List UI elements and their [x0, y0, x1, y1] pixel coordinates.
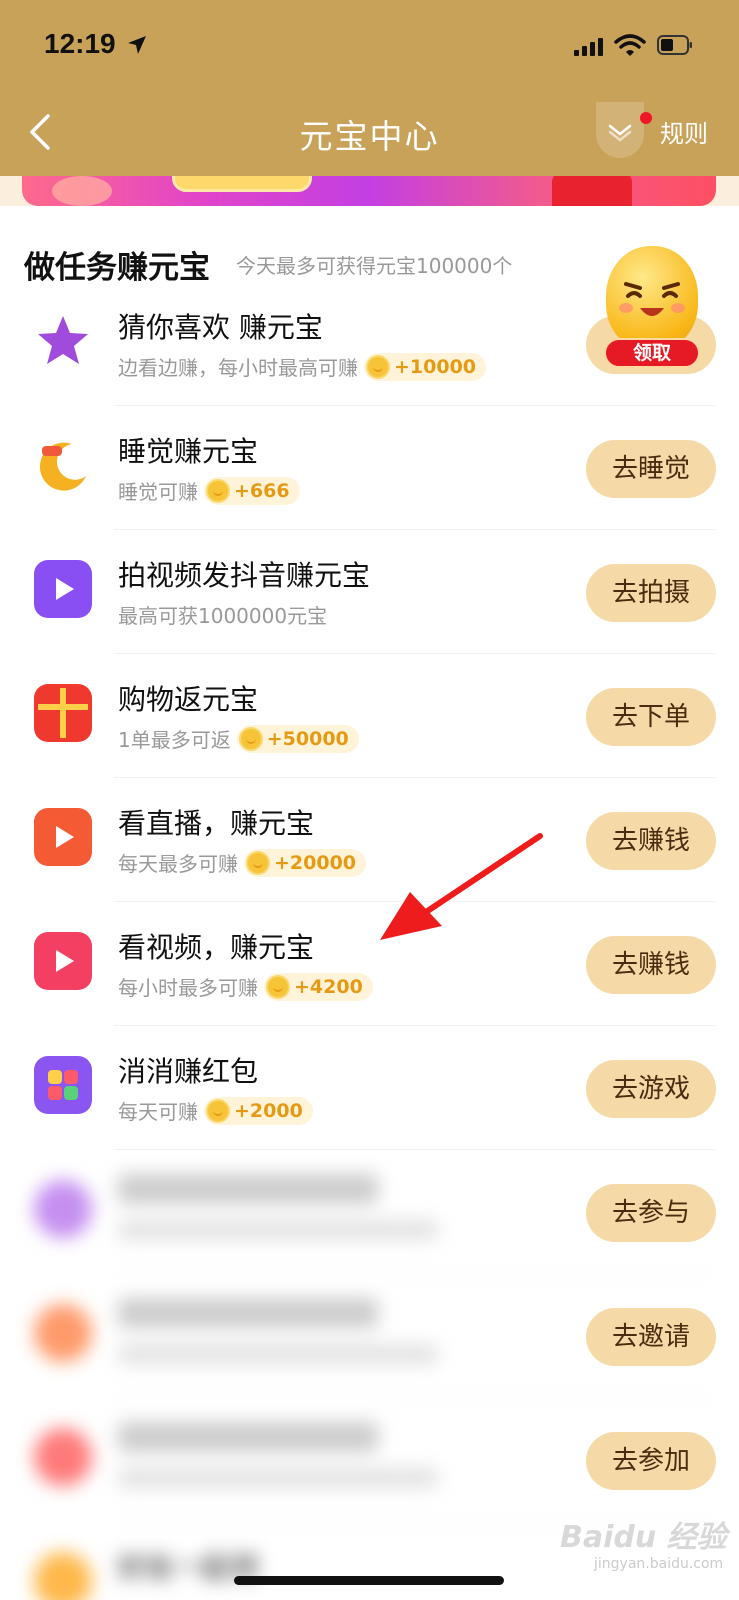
- reward-amount: +10000: [394, 355, 477, 378]
- mascot-egg[interactable]: 领取: [600, 246, 706, 370]
- task-action-button[interactable]: 去赚钱: [586, 936, 716, 994]
- task-row: 消消赚红包每天可赚 +2000 去游戏: [0, 1024, 739, 1150]
- task-description-text: 睡觉可赚: [118, 480, 198, 504]
- annotation-arrow-icon: [380, 833, 543, 940]
- banner-gift-decoration: [552, 176, 632, 206]
- gift-box-icon: [34, 684, 92, 742]
- header-bar: 12:19 元宝中心 规则: [0, 0, 739, 176]
- task-row: 睡觉赚元宝睡觉可赚 +666 去睡觉: [0, 404, 739, 530]
- reward-pill: +4200: [264, 972, 373, 1001]
- home-indicator: [234, 1576, 504, 1585]
- reward-amount: +4200: [294, 975, 363, 998]
- task-description: 睡觉可赚 +666: [118, 476, 300, 505]
- status-bar: 12:19: [0, 0, 739, 90]
- reward-amount: +20000: [274, 851, 357, 874]
- task-row: 拍视频发抖音赚元宝最高可获1000000元宝 去拍摄: [0, 528, 739, 654]
- task-description-text: 最高可获1000000元宝: [118, 604, 328, 628]
- task-description: 1单最多可返 +50000: [118, 724, 359, 753]
- task-description-text: 每天最多可赚: [118, 852, 238, 876]
- task-description-text: 边看边赚，每小时最高可赚: [118, 356, 358, 380]
- puzzle-icon: [34, 1056, 92, 1114]
- task-action-button[interactable]: 去参与: [586, 1184, 716, 1242]
- task-row-action: 去参加: [0, 1396, 739, 1522]
- task-description: 每小时最多可赚 +4200: [118, 972, 373, 1001]
- reward-pill: +2000: [204, 1096, 313, 1125]
- task-description: 最高可获1000000元宝: [118, 600, 327, 629]
- collapse-button[interactable]: [596, 102, 644, 158]
- reward-pill: +666: [204, 476, 300, 505]
- ingot-coin-icon: [238, 726, 263, 751]
- location-arrow-icon: [128, 36, 146, 54]
- task-action-button[interactable]: 去拍摄: [586, 564, 716, 622]
- reward-pill: +10000: [364, 352, 487, 381]
- battery-icon: [657, 35, 692, 55]
- navigation-bar: 元宝中心 规则: [0, 96, 739, 168]
- tv-icon: [34, 808, 92, 866]
- task-description-text: 每天可赚: [118, 1100, 198, 1124]
- watermark-logo: Baidu 经验: [560, 1520, 727, 1555]
- task-title: 购物返元宝: [118, 683, 259, 716]
- ingot-coin-icon: [246, 850, 270, 875]
- task-description-text: 每小时最多可赚: [118, 976, 258, 1000]
- task-action-button[interactable]: 去游戏: [586, 1060, 716, 1118]
- task-title: 猜你喜欢 赚元宝: [118, 311, 323, 344]
- rules-link[interactable]: 规则: [660, 114, 708, 149]
- task-action-button[interactable]: 去邀请: [586, 1308, 716, 1366]
- task-description: 每天可赚 +2000: [118, 1096, 313, 1125]
- blurred-icon: [34, 1552, 92, 1600]
- task-title: 睡觉赚元宝: [118, 435, 259, 468]
- ingot-coin-icon: [266, 974, 290, 999]
- star-icon: [34, 312, 92, 370]
- task-title: 看直播，赚元宝: [118, 807, 315, 840]
- task-title: 看视频，赚元宝: [118, 931, 315, 964]
- ingot-coin-icon: [206, 1098, 230, 1123]
- video-camera-icon: [34, 932, 92, 990]
- ingot-coin-icon: [366, 354, 390, 379]
- task-action-button[interactable]: 去下单: [586, 688, 716, 746]
- promo-banner[interactable]: [22, 176, 716, 206]
- reward-pill: +50000: [236, 724, 359, 753]
- mascot-face-icon: [619, 282, 685, 316]
- section-subtitle: 今天最多可获得元宝100000个: [236, 254, 513, 278]
- task-row-action: 去邀请: [0, 1272, 739, 1398]
- task-row-action: 去参与: [0, 1148, 739, 1274]
- watermark-url: jingyan.baidu.com: [594, 1556, 724, 1572]
- reward-amount: +2000: [234, 1099, 303, 1122]
- wifi-icon: [614, 34, 646, 56]
- task-row: 购物返元宝 1单最多可返 +50000 去下单: [0, 652, 739, 778]
- reward-pill: +20000: [244, 848, 367, 877]
- notification-dot: [640, 112, 652, 124]
- claim-badge[interactable]: 领取: [604, 338, 700, 368]
- reward-amount: +666: [234, 479, 290, 502]
- video-gift-icon: [34, 560, 92, 618]
- cellular-signal-icon: [574, 38, 603, 56]
- mascot-face: [606, 246, 698, 350]
- reward-amount: +50000: [266, 727, 349, 750]
- task-description: 边看边赚，每小时最高可赚 +10000: [118, 352, 487, 381]
- moon-icon: [34, 436, 92, 494]
- task-action-button[interactable]: 去赚钱: [586, 812, 716, 870]
- banner-decoration: [52, 176, 112, 206]
- task-action-button[interactable]: 去睡觉: [586, 440, 716, 498]
- banner-button-shape: [172, 176, 312, 192]
- task-title: 消消赚红包: [118, 1055, 259, 1088]
- task-description-text: 1单最多可返: [118, 728, 231, 752]
- status-time: 12:19: [44, 28, 116, 59]
- ingot-coin-icon: [206, 478, 230, 503]
- task-description: 每天最多可赚 +20000: [118, 848, 367, 877]
- task-title: 拍视频发抖音赚元宝: [118, 559, 371, 592]
- task-action-button[interactable]: 去参加: [586, 1432, 716, 1490]
- chevron-down-icon: [608, 124, 632, 142]
